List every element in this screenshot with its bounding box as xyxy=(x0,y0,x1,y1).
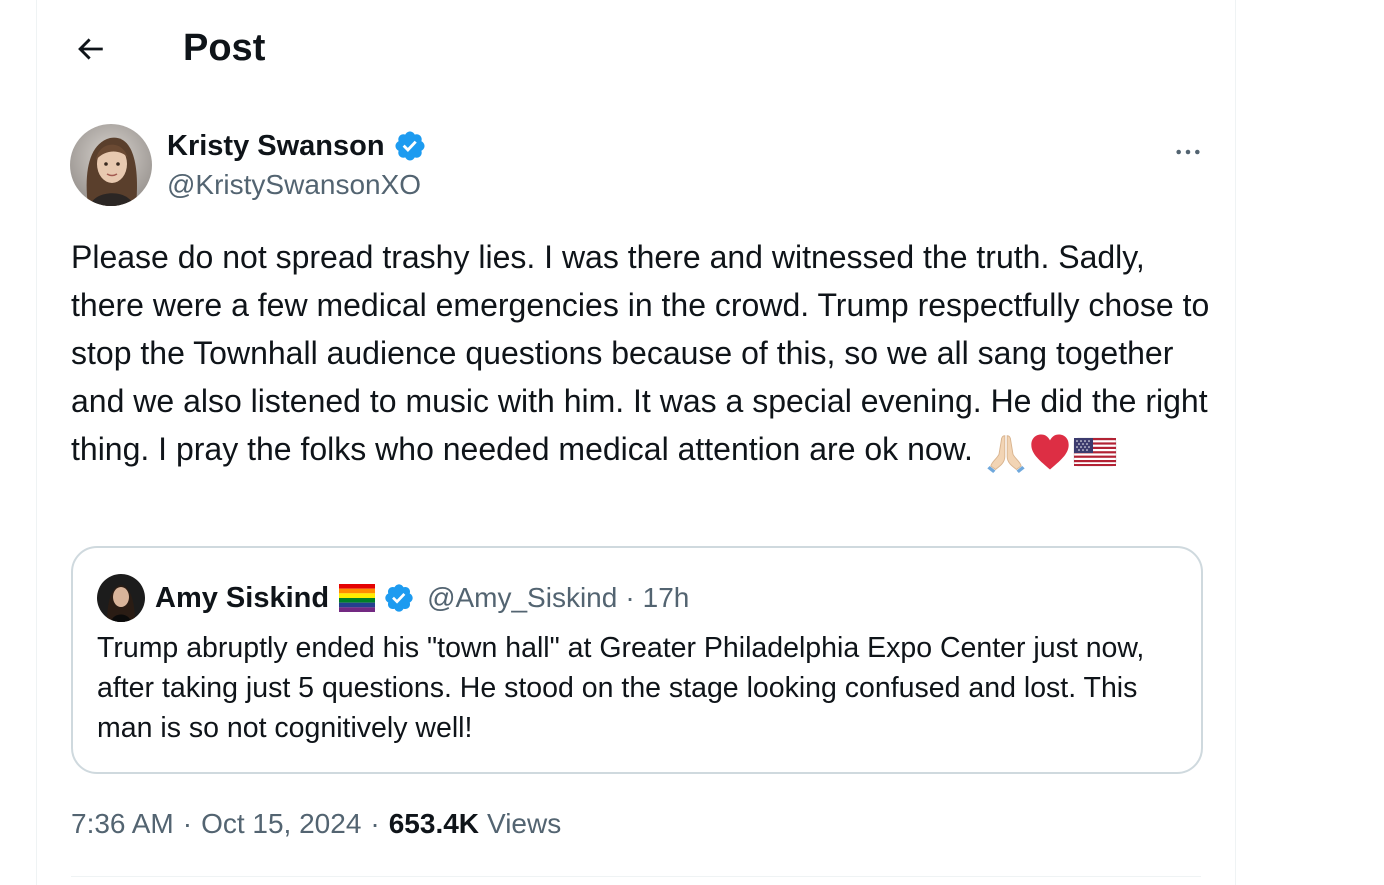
rainbow-flag-icon xyxy=(339,584,376,612)
back-button[interactable] xyxy=(67,26,113,72)
red-heart-icon xyxy=(1031,434,1069,470)
quoted-author-avatar xyxy=(97,574,145,622)
more-options-button[interactable] xyxy=(1166,130,1210,174)
meta-separator: · xyxy=(370,808,380,839)
quoted-author-handle: @Amy_Siskind xyxy=(427,582,618,613)
tweet-text: Please do not spread trashy lies. I was … xyxy=(71,233,1211,473)
meta-separator: · xyxy=(182,808,193,839)
quoted-verified-badge-icon xyxy=(383,582,415,614)
emoji-row xyxy=(985,431,1117,473)
quoted-post-text: Trump abruptly ended his "town hall" at … xyxy=(97,632,1145,744)
primary-column: Post Kristy Swanson @KristySwansonXO Ple… xyxy=(36,0,1236,885)
quoted-separator: · xyxy=(625,582,635,613)
post-time[interactable]: 7:36 AM xyxy=(71,804,174,844)
author-name[interactable]: Kristy Swanson xyxy=(167,126,385,166)
more-dots-icon xyxy=(1176,149,1200,155)
verified-badge-icon xyxy=(393,129,427,163)
page-header: Post xyxy=(37,0,1235,96)
quoted-post-card[interactable]: Amy Siskind @Amy_Siskind · 17h Trump abr… xyxy=(71,546,1203,774)
tweet-metadata: 7:36 AM · Oct 15, 2024 · 653.4K Views xyxy=(71,804,561,844)
views-count[interactable]: 653.4K xyxy=(389,804,479,844)
author-name-line: Kristy Swanson xyxy=(167,126,427,166)
quoted-author-name: Amy Siskind xyxy=(155,581,330,614)
folded-hands-icon xyxy=(987,434,1025,473)
quoted-post-header: Amy Siskind @Amy_Siskind · 17h xyxy=(97,574,689,622)
author-handle[interactable]: @KristySwansonXO xyxy=(167,166,421,204)
post-date[interactable]: Oct 15, 2024 xyxy=(201,804,361,844)
us-flag-icon xyxy=(1073,437,1117,466)
views-label: Views xyxy=(487,808,562,839)
divider xyxy=(71,876,1201,877)
quoted-timestamp: 17h xyxy=(642,582,690,613)
tweet-author: Kristy Swanson @KristySwansonXO xyxy=(70,124,1210,208)
arrow-left-icon xyxy=(78,38,103,60)
avatar[interactable] xyxy=(70,124,152,206)
page-title: Post xyxy=(183,27,266,69)
